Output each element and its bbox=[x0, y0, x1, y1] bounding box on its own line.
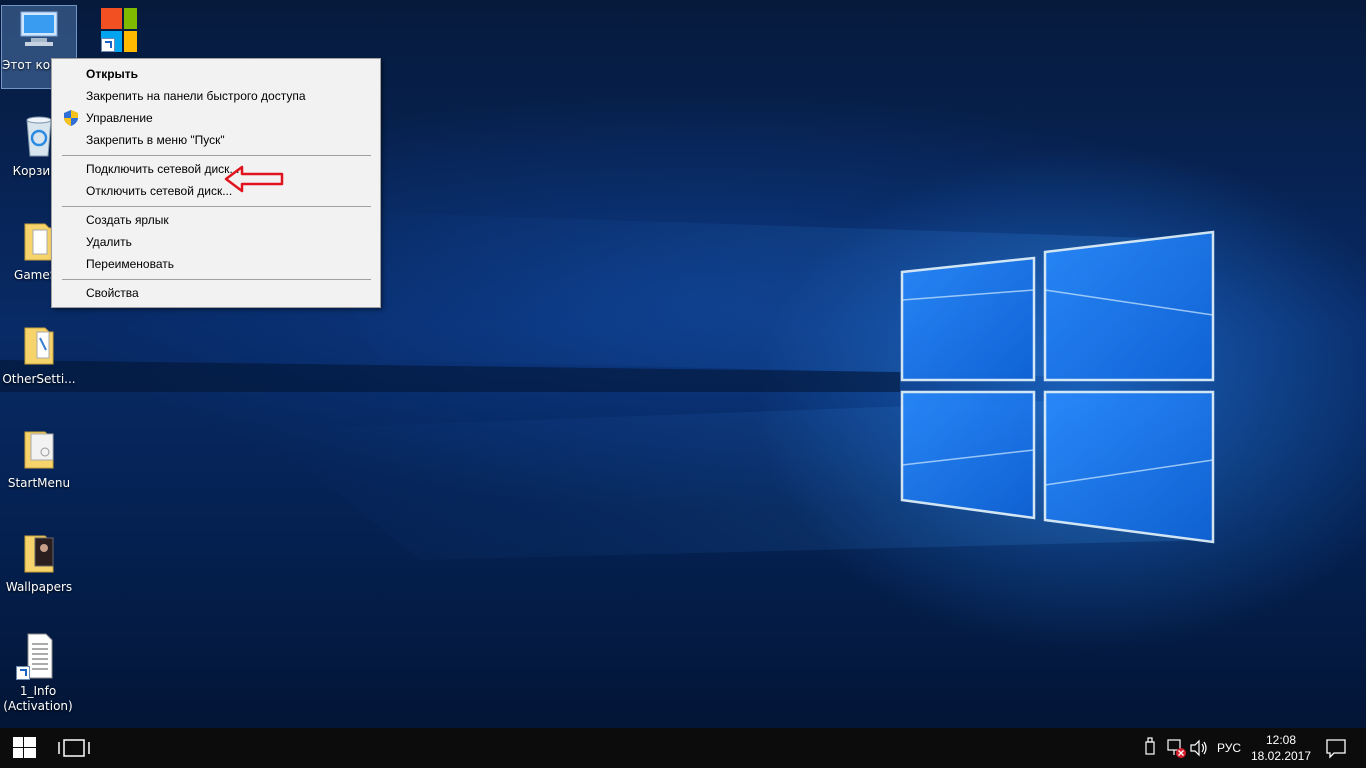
menu-item-rename[interactable]: Переименовать bbox=[52, 253, 380, 275]
desktop-icon-info-activation[interactable]: 1_Info (Activation) bbox=[0, 632, 76, 714]
desktop-icon-wallpapers-folder[interactable]: Wallpapers bbox=[2, 528, 76, 595]
menu-item-properties[interactable]: Свойства bbox=[52, 282, 380, 304]
taskbar: РУС 12:08 18.02.2017 bbox=[0, 728, 1366, 768]
menu-item-delete[interactable]: Удалить bbox=[52, 231, 380, 253]
usb-tray-button[interactable] bbox=[1140, 728, 1160, 768]
clock[interactable]: 12:08 18.02.2017 bbox=[1250, 732, 1312, 764]
menu-item-map-network-drive[interactable]: Подключить сетевой диск... bbox=[52, 158, 380, 180]
folder-icon bbox=[15, 528, 63, 576]
red-annotation-arrow-icon bbox=[224, 165, 284, 193]
text-document-icon bbox=[14, 632, 62, 680]
desktop-icon-store-shortcut[interactable] bbox=[76, 6, 150, 60]
volume-tray-button[interactable] bbox=[1188, 728, 1210, 768]
shortcut-arrow-icon bbox=[16, 666, 30, 680]
network-disconnected-icon bbox=[1167, 739, 1186, 758]
start-button[interactable] bbox=[0, 728, 48, 768]
menu-separator bbox=[62, 279, 371, 280]
shortcut-arrow-icon bbox=[101, 38, 115, 52]
windows-start-icon bbox=[13, 737, 36, 758]
context-menu: Открыть Закрепить на панели быстрого дос… bbox=[51, 58, 381, 308]
clock-date: 18.02.2017 bbox=[1250, 749, 1312, 763]
usb-icon bbox=[1145, 737, 1155, 755]
network-tray-button[interactable] bbox=[1164, 728, 1188, 768]
computer-icon bbox=[15, 6, 63, 54]
menu-item-open[interactable]: Открыть bbox=[52, 63, 380, 85]
action-center-button[interactable] bbox=[1318, 728, 1354, 768]
uac-shield-icon bbox=[64, 110, 78, 126]
desktop-icon-othersettings-folder[interactable]: OtherSetti... bbox=[2, 320, 76, 387]
menu-item-pin-quick-access[interactable]: Закрепить на панели быстрого доступа bbox=[52, 85, 380, 107]
menu-item-disconnect-network-drive[interactable]: Отключить сетевой диск... bbox=[52, 180, 380, 202]
folder-icon bbox=[15, 424, 63, 472]
menu-separator bbox=[62, 206, 371, 207]
clock-time: 12:08 bbox=[1265, 733, 1297, 747]
menu-item-pin-start[interactable]: Закрепить в меню "Пуск" bbox=[52, 129, 380, 151]
language-indicator[interactable]: РУС bbox=[1208, 728, 1250, 768]
desktop-icon-startmenu-folder[interactable]: StartMenu bbox=[2, 424, 76, 491]
folder-icon bbox=[15, 320, 63, 368]
desktop[interactable]: Этот компьютер Корзина bbox=[0, 0, 1366, 728]
microsoft-logo-icon bbox=[89, 6, 145, 54]
task-view-icon bbox=[58, 739, 90, 757]
task-view-button[interactable] bbox=[48, 728, 96, 768]
volume-icon bbox=[1190, 739, 1207, 757]
notification-icon bbox=[1326, 739, 1346, 759]
menu-item-manage[interactable]: Управление bbox=[52, 107, 380, 129]
menu-item-create-shortcut[interactable]: Создать ярлык bbox=[52, 209, 380, 231]
menu-separator bbox=[62, 155, 371, 156]
